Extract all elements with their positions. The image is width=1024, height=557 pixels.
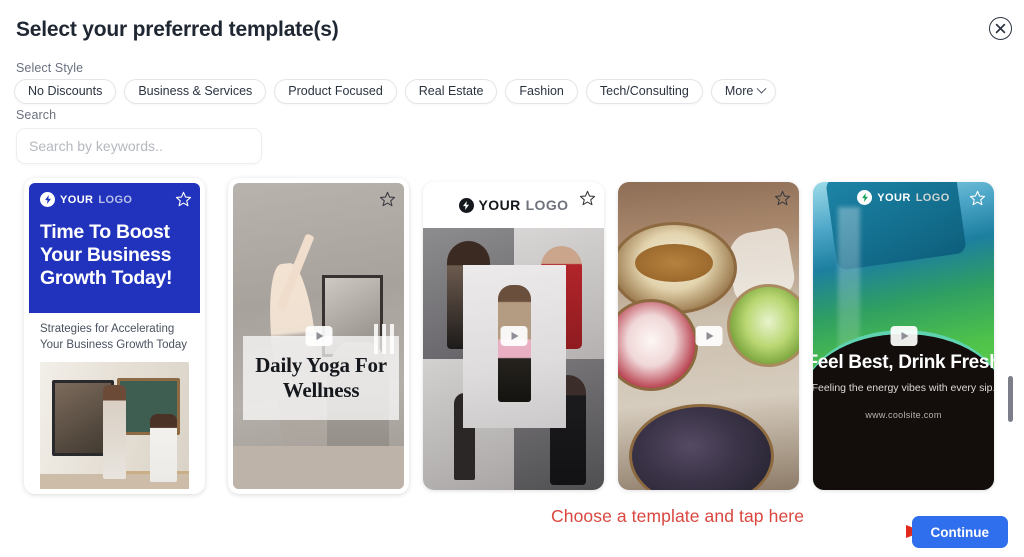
favorite-star-icon[interactable] bbox=[774, 190, 791, 207]
logo-brand: YOUR bbox=[478, 197, 521, 213]
more-label: More bbox=[724, 84, 754, 98]
template-card-daily-yoga[interactable]: Daily Yoga For Wellness bbox=[228, 178, 409, 494]
style-chip-row: No Discounts Business & Services Product… bbox=[14, 79, 777, 104]
vertical-scrollbar-thumb[interactable] bbox=[1008, 376, 1013, 422]
template-picker-modal: Select your preferred template(s) Select… bbox=[0, 0, 1024, 557]
style-chip-business-services[interactable]: Business & Services bbox=[124, 79, 267, 104]
template-headline: Time To Boost Your Business Growth Today… bbox=[40, 221, 173, 289]
play-icon[interactable] bbox=[695, 326, 722, 346]
favorite-star-icon[interactable] bbox=[969, 190, 986, 207]
template-headline: Feel Best, Drink Fresh bbox=[813, 351, 994, 373]
style-chip-real-estate[interactable]: Real Estate bbox=[404, 79, 498, 104]
template-logo: YOUR LOGO bbox=[40, 192, 189, 207]
flash-badge-icon bbox=[458, 197, 474, 213]
template-card-fashion-lookbook[interactable]: YOUR LOGO bbox=[423, 182, 604, 490]
logo-brand: YOUR bbox=[877, 191, 911, 204]
chevron-down-icon bbox=[756, 83, 767, 94]
template-card-business-growth[interactable]: YOUR LOGO Time To Boost Your Business Gr… bbox=[24, 178, 205, 494]
page-title: Select your preferred template(s) bbox=[16, 18, 339, 41]
template-headline: Daily Yoga For Wellness bbox=[255, 353, 387, 402]
search-input[interactable] bbox=[16, 128, 262, 164]
flash-badge-icon bbox=[857, 190, 873, 205]
play-icon[interactable] bbox=[500, 326, 527, 346]
more-styles-button[interactable]: More bbox=[710, 79, 777, 104]
equalizer-bars-icon bbox=[373, 323, 394, 354]
template-subheadline: Strategies for Accelerating Your Busines… bbox=[40, 323, 188, 351]
style-chip-fashion[interactable]: Fashion bbox=[505, 79, 578, 104]
template-logo: YOUR LOGO bbox=[458, 197, 569, 213]
search-label: Search bbox=[16, 108, 57, 122]
template-gallery: YOUR LOGO Time To Boost Your Business Gr… bbox=[0, 172, 1024, 502]
select-style-label: Select Style bbox=[16, 61, 84, 75]
flash-badge-icon bbox=[40, 192, 55, 207]
template-photo bbox=[40, 362, 189, 489]
close-icon[interactable] bbox=[989, 17, 1012, 40]
logo-brand: YOUR bbox=[60, 193, 94, 206]
favorite-star-icon[interactable] bbox=[579, 190, 596, 207]
template-url: www.coolsite.com bbox=[865, 409, 942, 420]
logo-word: LOGO bbox=[525, 197, 569, 213]
template-subheadline: Feeling the energy vibes with every sip. bbox=[813, 381, 994, 394]
logo-word: LOGO bbox=[915, 191, 950, 204]
favorite-star-icon[interactable] bbox=[379, 191, 396, 208]
favorite-star-icon[interactable] bbox=[175, 191, 192, 208]
play-icon[interactable] bbox=[305, 326, 332, 346]
continue-button[interactable]: Continue bbox=[911, 516, 1008, 548]
play-icon[interactable] bbox=[890, 326, 917, 346]
annotation-text: Choose a template and tap here bbox=[551, 506, 805, 526]
style-chip-tech-consulting[interactable]: Tech/Consulting bbox=[585, 79, 703, 104]
style-chip-product-focused[interactable]: Product Focused bbox=[274, 79, 397, 104]
template-logo: YOUR LOGO bbox=[857, 190, 949, 205]
vertical-scrollbar-track[interactable] bbox=[1008, 176, 1014, 498]
template-card-healthy-bowls[interactable] bbox=[618, 182, 799, 490]
style-chip-no-discounts[interactable]: No Discounts bbox=[14, 79, 117, 104]
logo-word: LOGO bbox=[98, 193, 133, 206]
template-card-feel-best-drink-fresh[interactable]: YOUR LOGO Feel Best, Drink Fresh Feeling… bbox=[813, 182, 994, 490]
